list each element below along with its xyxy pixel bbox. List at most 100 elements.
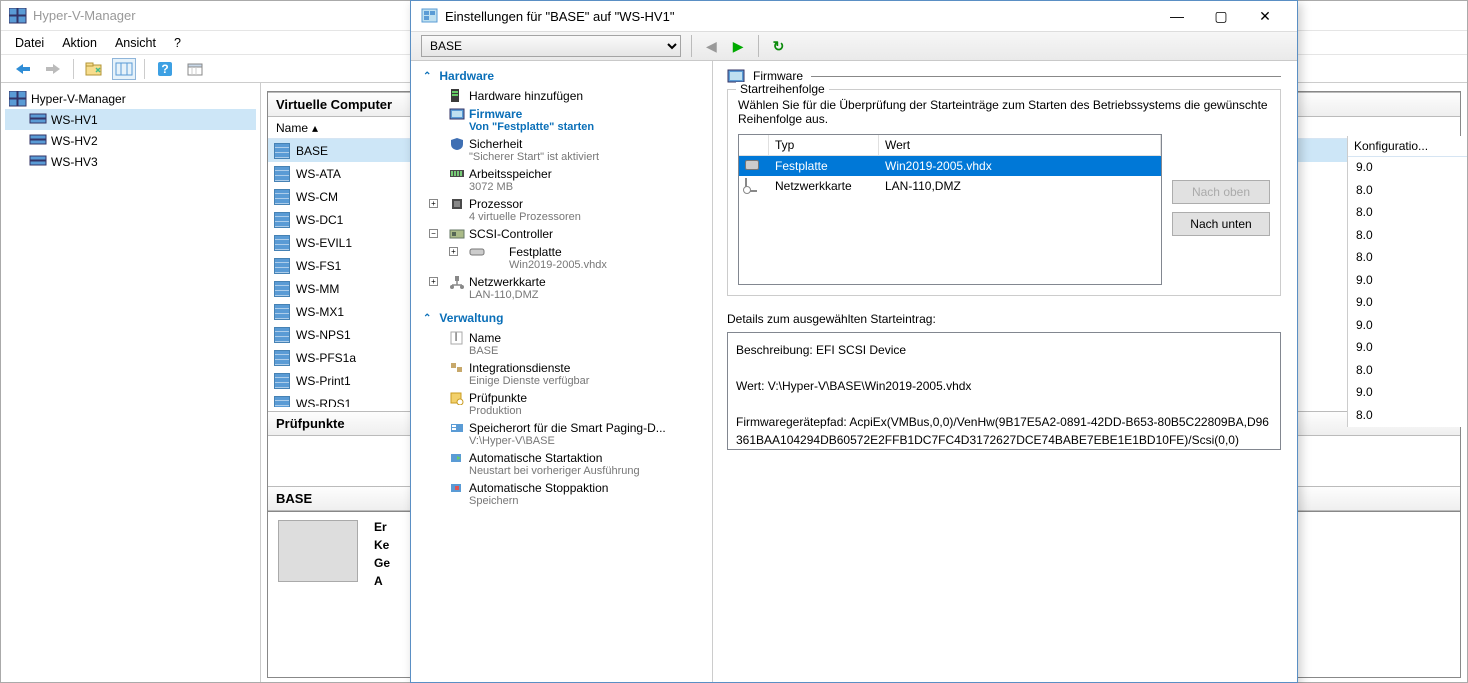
vm-icon [274,189,290,205]
move-down-button[interactable]: Nach unten [1172,212,1270,236]
node-scsi-disk[interactable]: + Festplatte Win2019-2005.vhdx [411,243,712,273]
node-network[interactable]: + Netzwerkkarte LAN-110,DMZ [411,273,712,303]
vm-icon [274,304,290,320]
node-security[interactable]: Sicherheit "Sicherer Start" ist aktivier… [411,135,712,165]
menu-help[interactable]: ? [174,36,181,50]
integration-icon [449,361,465,375]
expand-icon[interactable]: + [429,277,438,286]
firmware-icon [449,107,465,121]
fieldset-legend: Startreihenfolge [736,82,829,96]
tree-root[interactable]: Hyper-V-Manager [5,89,256,109]
node-integration[interactable]: Integrationsdienste Einige Dienste verfü… [411,359,712,389]
node-processor[interactable]: + Prozessor 4 virtuelle Prozessoren [411,195,712,225]
col-typ[interactable]: Typ [769,135,879,155]
folder-button[interactable] [82,58,106,80]
view-button[interactable] [112,58,136,80]
config-value: 8.0 [1348,202,1467,225]
network-icon [745,178,757,192]
host-icon [29,155,47,169]
vm-icon [274,281,290,297]
collapse-icon[interactable]: − [429,229,438,238]
autostop-icon [449,481,465,495]
chevron-up-icon: ⌃ [423,71,431,82]
fieldset-desc: Wählen Sie für die Überprüfung der Start… [738,98,1270,126]
host-icon [29,134,47,148]
add-hw-icon [449,89,465,103]
chevron-up-icon: ⌃ [423,313,431,324]
node-paging[interactable]: Speicherort für die Smart Paging-D... V:… [411,419,712,449]
menu-aktion[interactable]: Aktion [62,36,97,50]
firmware-icon [727,69,745,83]
vm-icon [274,212,290,228]
boot-row-0[interactable]: Festplatte Win2019-2005.vhdx [739,156,1161,176]
node-memory[interactable]: Arbeitsspeicher 3072 MB [411,165,712,195]
tree-host-WS-HV1[interactable]: WS-HV1 [5,109,256,130]
node-name[interactable]: I Name BASE [411,329,712,359]
vm-selector[interactable]: BASE [421,35,681,57]
detail-path: Firmwaregerätepfad: AcpiEx(VMBus,0,0)/Ve… [736,413,1272,449]
calendar-button[interactable] [183,58,207,80]
boot-row-1[interactable]: Netzwerkkarte LAN-110,DMZ [739,176,1161,196]
name-icon: I [449,331,465,345]
menu-datei[interactable]: Datei [15,36,44,50]
vm-icon [274,327,290,343]
boot-order-fieldset: Startreihenfolge Wählen Sie für die Über… [727,89,1281,296]
hyperv-icon [9,8,27,24]
move-up-button[interactable]: Nach oben [1172,180,1270,204]
forward-button[interactable] [41,58,65,80]
thumbnail [278,520,358,582]
refresh-button[interactable]: ↻ [769,38,789,55]
config-value: 9.0 [1348,315,1467,338]
detail-wert: Wert: V:\Hyper-V\BASE\Win2019-2005.vhdx [736,377,1272,395]
node-firmware[interactable]: Firmware Von "Festplatte" starten [411,105,712,135]
node-checkpoints[interactable]: Prüfpunkte Produktion [411,389,712,419]
paging-icon [449,421,465,435]
node-autostop[interactable]: Automatische Stoppaktion Speichern [411,479,712,509]
shield-icon [449,137,465,151]
menu-ansicht[interactable]: Ansicht [115,36,156,50]
node-scsi[interactable]: − SCSI-Controller [411,225,712,243]
host-icon [29,113,47,127]
col-name[interactable]: Name [276,121,308,135]
tree-root-label: Hyper-V-Manager [31,92,126,106]
panel-title: Firmware [753,69,803,83]
vm-icon [274,396,290,408]
memory-icon [449,167,465,181]
prev-button[interactable]: ◀ [702,38,721,55]
tree-host-WS-HV2[interactable]: WS-HV2 [5,130,256,151]
group-hardware[interactable]: ⌃Hardware [411,65,712,87]
config-column: Konfiguratio... 9.08.08.08.08.09.09.09.0… [1347,136,1467,427]
boot-table[interactable]: Typ Wert Festplatte Win2019-2005.vhdx [738,134,1162,285]
group-management[interactable]: ⌃Verwaltung [411,307,712,329]
disk-icon [469,245,485,259]
col-konfiguration[interactable]: Konfiguratio... [1348,136,1467,157]
dialog-toolbar: BASE ◀ ▶ ↻ [411,31,1297,61]
tree-pane: Hyper-V-Manager WS-HV1WS-HV2WS-HV3 [1,83,261,682]
svg-text:I: I [454,331,457,344]
config-value: 8.0 [1348,180,1467,203]
scsi-icon [449,227,465,241]
dialog-title: Einstellungen für "BASE" auf "WS-HV1" [445,9,1155,24]
config-value: 9.0 [1348,382,1467,405]
node-add-hardware[interactable]: Hardware hinzufügen [411,87,712,105]
back-button[interactable] [11,58,35,80]
settings-panel: Firmware Startreihenfolge Wählen Sie für… [713,61,1297,682]
detail-beschreibung: Beschreibung: EFI SCSI Device [736,341,1272,359]
vm-icon [274,258,290,274]
expand-icon[interactable]: + [429,199,438,208]
config-value: 9.0 [1348,270,1467,293]
next-button[interactable]: ▶ [729,38,748,55]
vm-icon [274,143,290,159]
expand-icon[interactable]: + [449,247,458,256]
cpu-icon [449,197,465,211]
maximize-button[interactable]: ▢ [1199,2,1243,30]
help-button[interactable]: ? [153,58,177,80]
close-button[interactable]: ✕ [1243,2,1287,30]
node-autostart[interactable]: Automatische Startaktion Neustart bei vo… [411,449,712,479]
col-wert[interactable]: Wert [879,135,1161,155]
minimize-button[interactable]: — [1155,2,1199,30]
sort-arrow-icon: ▴ [312,121,318,135]
settings-tree: ⌃Hardware Hardware hinzufügen Firmware V… [411,61,713,682]
config-value: 8.0 [1348,360,1467,383]
tree-host-WS-HV3[interactable]: WS-HV3 [5,151,256,172]
